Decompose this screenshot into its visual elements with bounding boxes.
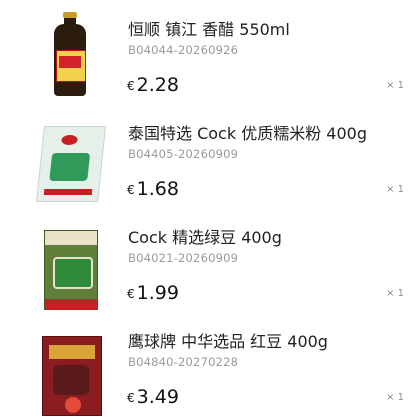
price-value: 1.99 bbox=[136, 282, 179, 304]
list-item[interactable]: 恒顺 镇江 香醋 550ml B04044-20260926 €2.28 × 1 bbox=[0, 0, 420, 104]
product-sku: B04044-20260926 bbox=[128, 43, 239, 57]
list-item[interactable]: Cock 精选绿豆 400g B04021-20260909 €1.99 × 1 bbox=[0, 208, 420, 312]
product-image-red-bean bbox=[38, 324, 102, 416]
product-price: €1.68 bbox=[127, 178, 179, 200]
product-quantity: × 1 bbox=[386, 288, 404, 299]
product-quantity: × 1 bbox=[386, 392, 404, 403]
price-value: 1.68 bbox=[136, 178, 179, 200]
list-item[interactable]: 鹰球牌 中华选品 红豆 400g B04840-20270228 €3.49 ×… bbox=[0, 312, 420, 416]
currency-symbol: € bbox=[127, 287, 135, 301]
currency-symbol: € bbox=[127, 391, 135, 405]
product-sku: B04405-20260909 bbox=[128, 147, 239, 161]
product-name: 泰国特选 Cock 优质糯米粉 400g bbox=[128, 124, 367, 143]
price-value: 2.28 bbox=[136, 74, 179, 96]
product-image-mung-bean bbox=[38, 220, 102, 310]
product-list: 恒顺 镇江 香醋 550ml B04044-20260926 €2.28 × 1… bbox=[0, 0, 420, 420]
product-quantity: × 1 bbox=[386, 184, 404, 195]
product-name: Cock 精选绿豆 400g bbox=[128, 228, 282, 247]
currency-symbol: € bbox=[127, 79, 135, 93]
product-name: 恒顺 镇江 香醋 550ml bbox=[128, 20, 290, 39]
product-price: €1.99 bbox=[127, 282, 179, 304]
product-sku: B04840-20270228 bbox=[128, 355, 239, 369]
price-value: 3.49 bbox=[136, 386, 179, 408]
product-sku: B04021-20260909 bbox=[128, 251, 239, 265]
currency-symbol: € bbox=[127, 183, 135, 197]
product-price: €3.49 bbox=[127, 386, 179, 408]
product-price: €2.28 bbox=[127, 74, 179, 96]
product-image-vinegar bbox=[38, 12, 102, 98]
list-item[interactable]: 泰国特选 Cock 优质糯米粉 400g B04405-20260909 €1.… bbox=[0, 104, 420, 208]
product-quantity: × 1 bbox=[386, 80, 404, 91]
product-name: 鹰球牌 中华选品 红豆 400g bbox=[128, 332, 328, 351]
product-image-rice-flour bbox=[36, 116, 106, 202]
